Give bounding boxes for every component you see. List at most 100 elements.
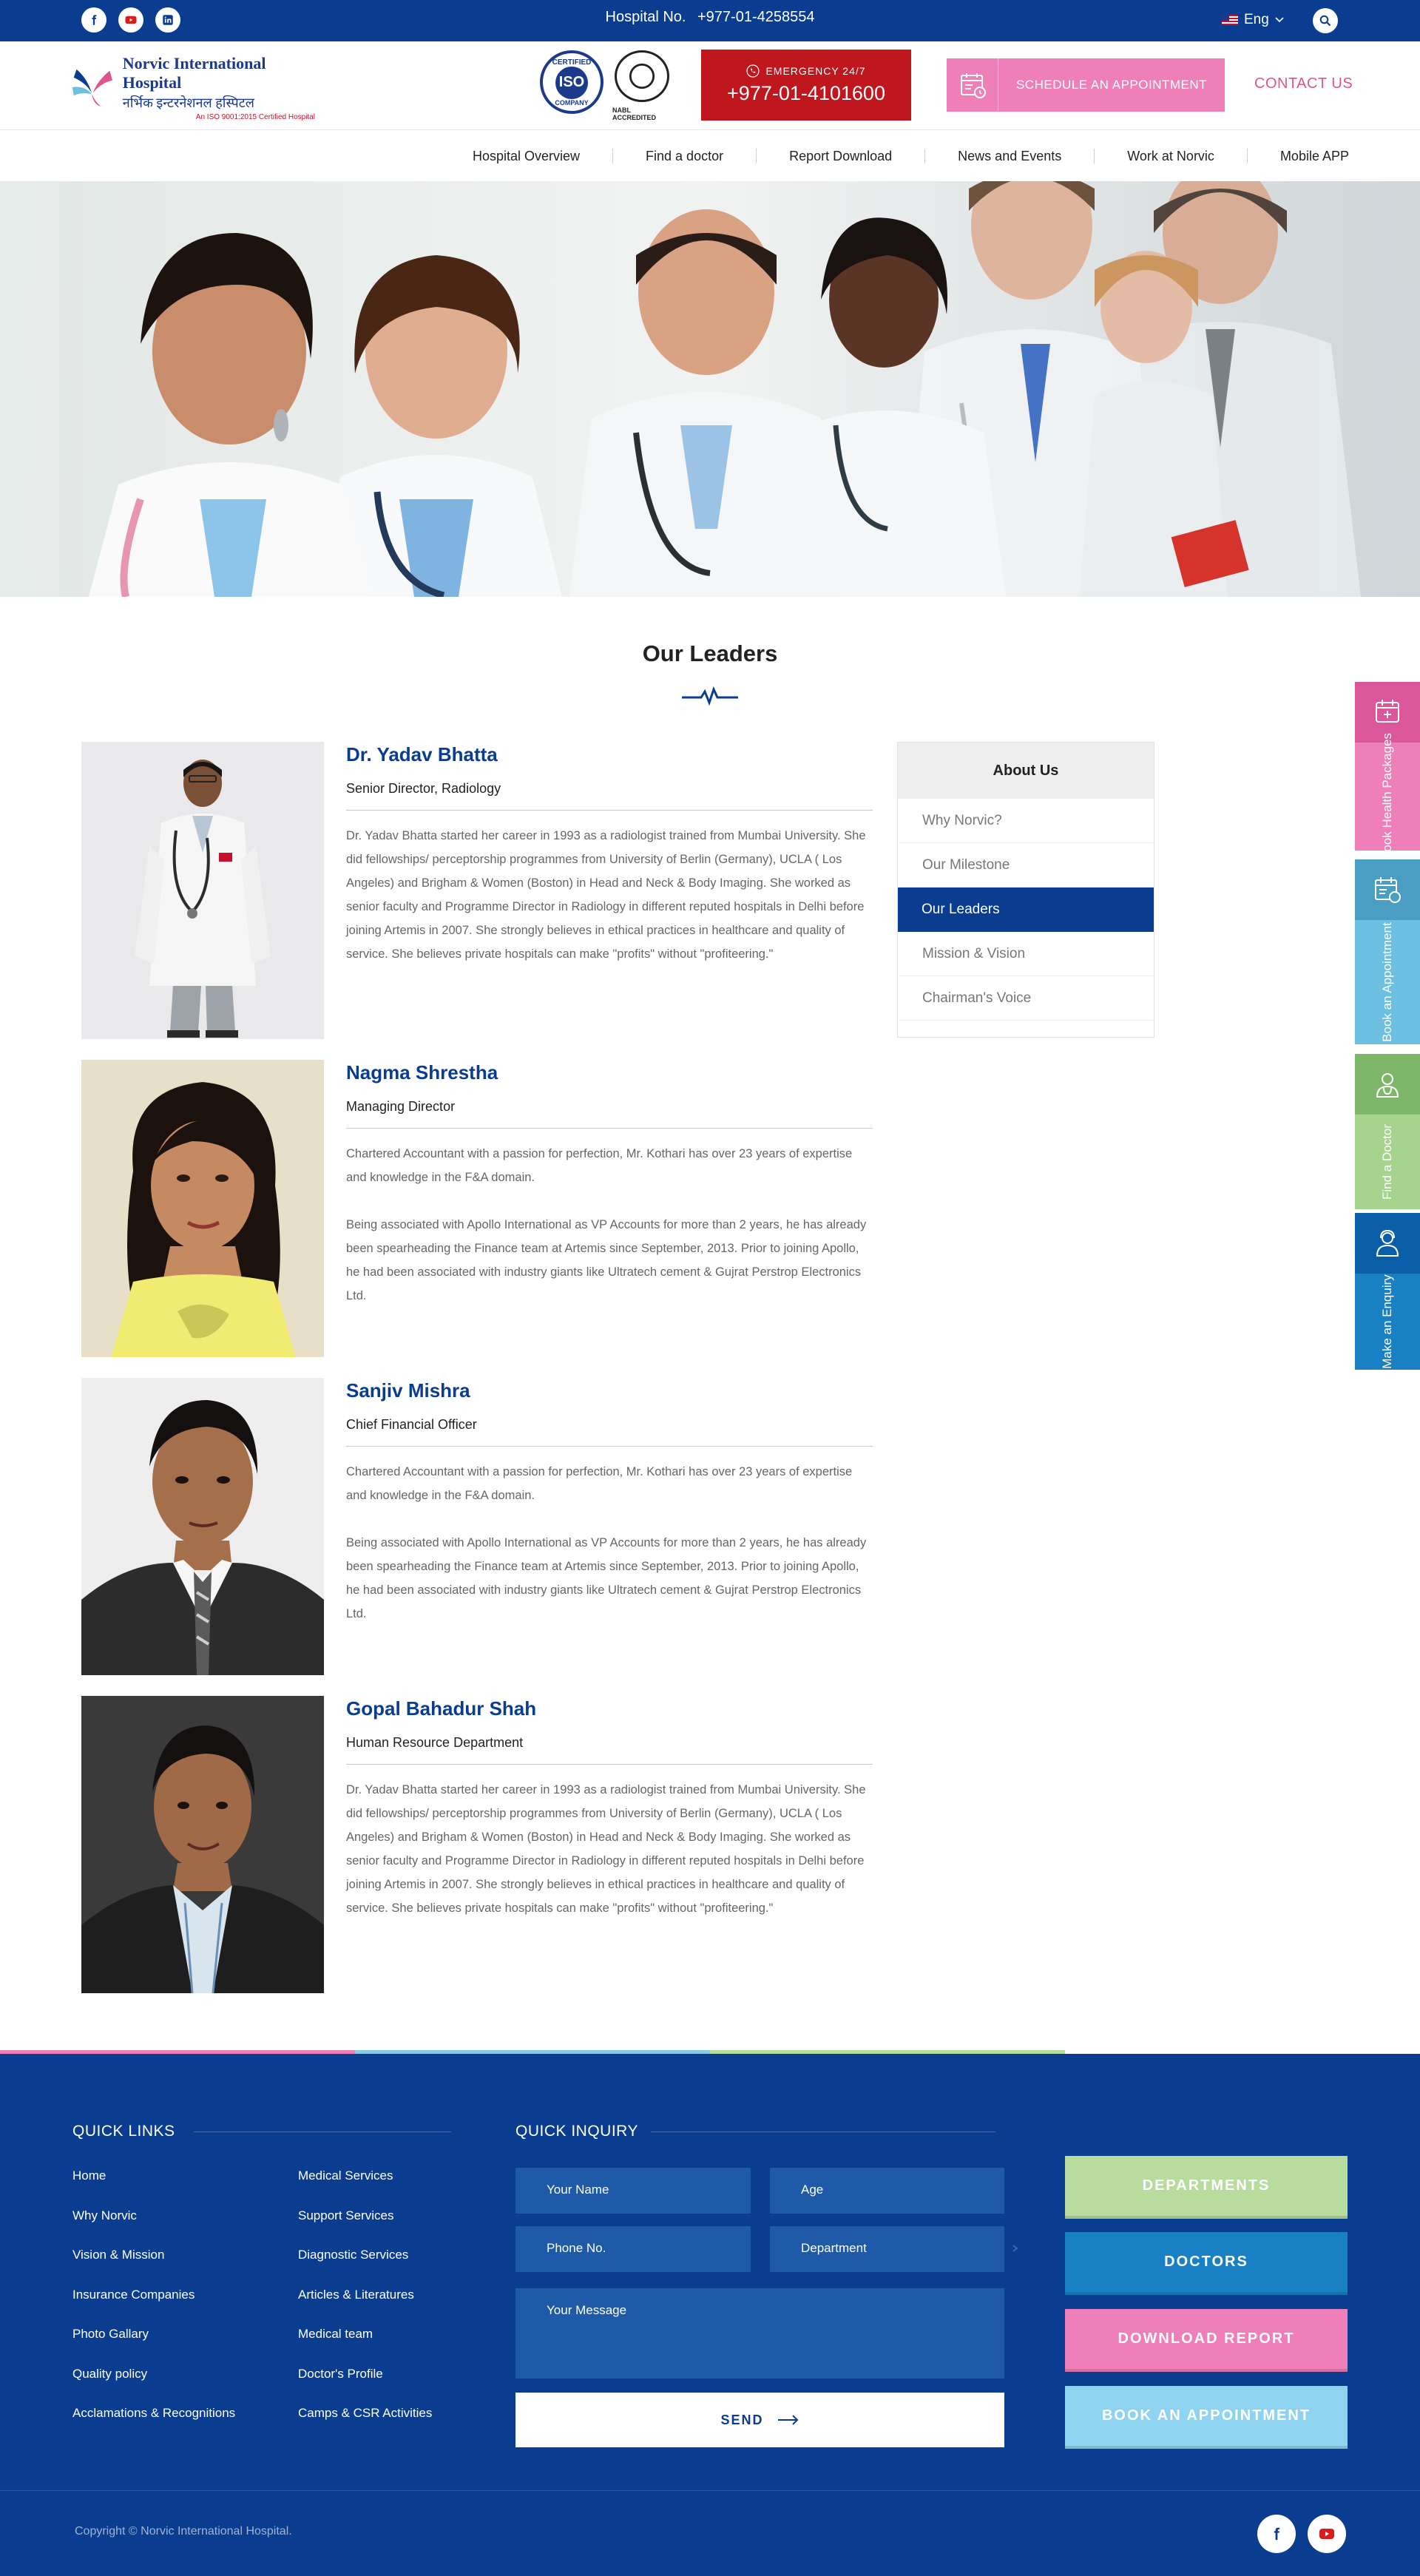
footer-link[interactable]: Medical Services — [298, 2168, 432, 2208]
leader-bio-paragraph: Chartered Accountant with a passion for … — [346, 1465, 853, 1502]
emergency-call-box[interactable]: EMERGENCY 24/7 +977-01-4101600 — [701, 50, 911, 121]
leader-bio-paragraph: Dr. Yadav Bhatta started her career in 1… — [346, 1783, 866, 1915]
inquiry-name-field[interactable]: Your Name — [515, 2168, 751, 2214]
emergency-label: EMERGENCY 24/7 — [765, 65, 866, 77]
nav-item-hospital-overview[interactable]: Hospital Overview — [440, 149, 612, 163]
footer-link[interactable]: Support Services — [298, 2208, 432, 2248]
schedule-appointment-button[interactable]: SCHEDULE AN APPOINTMENT — [947, 58, 1225, 112]
calendar-icon — [1355, 859, 1420, 920]
leader-bio: Dr. Yadav Bhatta started her career in 1… — [346, 824, 873, 966]
inquiry-department-select[interactable]: Department — [770, 2226, 1004, 2272]
side-tab-book-appointment[interactable]: Book an Appointment — [1355, 859, 1420, 1044]
doctor-icon — [1355, 1054, 1420, 1115]
leader-name: Gopal Bahadur Shah — [346, 1697, 537, 1720]
departments-button[interactable]: DEPARTMENTS — [1065, 2156, 1348, 2219]
leader-bio-paragraph: Being associated with Apollo Internation… — [346, 1218, 867, 1302]
enquiry-icon — [1355, 1213, 1420, 1274]
sidebar-item-our-leaders[interactable]: Our Leaders — [898, 888, 1154, 932]
hospital-number-block: Hospital No. +977-01-4258554 — [0, 9, 1420, 26]
side-tab-make-enquiry[interactable]: Make an Enquiry — [1355, 1213, 1420, 1370]
hospital-number-label: Hospital No. — [605, 9, 686, 25]
leader-role: Human Resource Department — [346, 1735, 873, 1765]
main-navigation: Hospital Overview Find a doctor Report D… — [0, 131, 1420, 181]
footer-link[interactable]: Camps & CSR Activities — [298, 2406, 432, 2446]
side-tab-find-doctor[interactable]: Find a Doctor — [1355, 1054, 1420, 1209]
nabl-badge: NABL ACCREDITED — [612, 50, 672, 121]
search-button[interactable] — [1313, 8, 1338, 33]
quick-inquiry-title: QUICK INQUIRY — [515, 2123, 638, 2140]
footer-link[interactable]: Why Norvic — [72, 2208, 235, 2248]
doctors-button[interactable]: DOCTORS — [1065, 2232, 1348, 2295]
leader-bio-paragraph: Chartered Accountant with a passion for … — [346, 1147, 853, 1184]
inquiry-age-field[interactable]: Age — [770, 2168, 1004, 2214]
phone-icon — [746, 64, 760, 78]
leader-photo — [81, 742, 324, 1039]
appointment-calendar-icon — [960, 73, 986, 98]
hero-banner — [0, 181, 1420, 597]
nav-item-news-events[interactable]: News and Events — [924, 149, 1094, 163]
emergency-number: +977-01-4101600 — [727, 82, 885, 104]
book-appointment-button[interactable]: BOOK AN APPOINTMENT — [1065, 2386, 1348, 2449]
leader-bio-paragraph: Dr. Yadav Bhatta started her career in 1… — [346, 829, 866, 961]
nav-item-report-download[interactable]: Report Download — [756, 149, 924, 163]
iso-badge-bottom-text: COMPANY — [555, 98, 589, 107]
us-flag-icon — [1222, 15, 1238, 25]
chevron-down-icon — [1275, 17, 1284, 23]
footer-link[interactable]: Doctor's Profile — [298, 2367, 432, 2407]
footer-link[interactable]: Diagnostic Services — [298, 2248, 432, 2288]
send-button[interactable]: SEND — [515, 2393, 1004, 2447]
side-tab-health-packages[interactable]: Book Health Packages — [1355, 682, 1420, 860]
leader-photo — [81, 1378, 324, 1675]
hospital-number[interactable]: +977-01-4258554 — [697, 9, 814, 25]
nav-item-work-at-norvic[interactable]: Work at Norvic — [1094, 149, 1247, 163]
sidebar-item-why-norvic[interactable]: Why Norvic? — [899, 799, 1153, 843]
search-icon — [1319, 15, 1331, 27]
iso-badge-top-text: CERTIFIED — [552, 58, 592, 67]
nav-item-mobile-app[interactable]: Mobile APP — [1246, 149, 1349, 163]
facebook-icon[interactable] — [1257, 2515, 1296, 2553]
nav-item-find-doctor[interactable]: Find a doctor — [612, 149, 756, 163]
youtube-icon[interactable] — [1308, 2515, 1346, 2553]
leader-card: Sanjiv Mishra Chief Financial Officer Ch… — [81, 1378, 873, 1675]
site-footer: QUICK LINKS Home Why Norvic Vision & Mis… — [0, 2050, 1420, 2576]
footer-link[interactable]: Insurance Companies — [72, 2288, 235, 2327]
top-bar: Hospital No. +977-01-4258554 Eng — [0, 0, 1420, 41]
footer-link[interactable]: Vision & Mission — [72, 2248, 235, 2288]
sidebar-item-mission-vision[interactable]: Mission & Vision — [899, 932, 1153, 976]
leader-card: Nagma Shrestha Managing Director Charter… — [81, 1060, 873, 1357]
quick-links-col-2: Medical Services Support Services Diagno… — [298, 2168, 432, 2446]
language-selector[interactable]: Eng — [1222, 12, 1284, 28]
nabl-label: NABL ACCREDITED — [612, 107, 657, 121]
leader-card: Gopal Bahadur Shah Human Resource Depart… — [81, 1696, 873, 1993]
footer-link[interactable]: Acclamations & Recognitions — [72, 2406, 235, 2446]
footer-link[interactable]: Quality policy — [72, 2367, 235, 2407]
footer-link[interactable]: Articles & Literatures — [298, 2288, 432, 2327]
quick-links-col-1: Home Why Norvic Vision & Mission Insuran… — [72, 2168, 235, 2446]
logo-name: Norvic International Hospital — [122, 53, 266, 92]
page-title: Our Leaders — [642, 640, 778, 666]
leader-name: Sanjiv Mishra — [346, 1379, 470, 1402]
contact-us-link[interactable]: CONTACT US — [1254, 75, 1353, 92]
doctors-group-image — [0, 181, 1420, 597]
site-header: Norvic International Hospital नर्भिक इन्… — [0, 41, 1420, 130]
sidebar-item-chairmans-voice[interactable]: Chairman's Voice — [899, 976, 1153, 1021]
leader-photo — [81, 1696, 324, 1993]
quick-links-title: QUICK LINKS — [72, 2123, 175, 2140]
side-tab-label: Book an Appointment — [1380, 922, 1394, 1042]
sidebar-title: About Us — [898, 743, 1154, 799]
footer-link[interactable]: Home — [72, 2168, 235, 2208]
footer-link[interactable]: Medical team — [298, 2327, 432, 2367]
leader-name: Nagma Shrestha — [346, 1061, 498, 1084]
sidebar-item-our-milestone[interactable]: Our Milestone — [899, 843, 1153, 888]
download-report-button[interactable]: DOWNLOAD REPORT — [1065, 2309, 1348, 2372]
inquiry-message-field[interactable]: Your Message — [515, 2288, 1004, 2379]
leader-card: Dr. Yadav Bhatta Senior Director, Radiol… — [81, 742, 873, 1039]
hospital-logo[interactable]: Norvic International Hospital नर्भिक इन्… — [71, 54, 315, 121]
schedule-appointment-label: SCHEDULE AN APPOINTMENT — [1015, 78, 1208, 92]
inquiry-phone-field[interactable]: Phone No. — [515, 2226, 751, 2272]
logo-mark-icon — [72, 69, 113, 107]
leader-role: Senior Director, Radiology — [346, 781, 873, 811]
side-tab-label: Find a Doctor — [1380, 1123, 1394, 1200]
side-tab-label: Make an Enquiry — [1380, 1274, 1394, 1369]
footer-link[interactable]: Photo Gallary — [72, 2327, 235, 2367]
